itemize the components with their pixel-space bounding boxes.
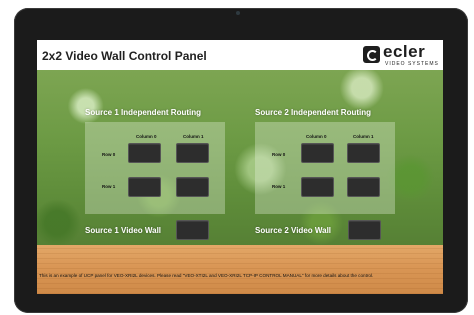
- source2-panel: Column 0 Column 1 Row 0 Row 1: [255, 122, 395, 214]
- source1-r0c0-button[interactable]: [128, 143, 161, 163]
- source1-row0-label: Row 0: [102, 152, 116, 157]
- screen: 2x2 Video Wall Control Panel ecler VIDEO…: [37, 40, 443, 294]
- source1-r1c1-button[interactable]: [176, 177, 209, 197]
- source1-col1-label: Column 1: [183, 134, 204, 139]
- footer-note: This is an example of UCP panel for VEO-…: [39, 273, 374, 278]
- source2-wall-label: Source 2 Video Wall: [255, 226, 332, 235]
- header-bar: 2x2 Video Wall Control Panel ecler VIDEO…: [37, 40, 443, 70]
- source1-row1-label: Row 1: [102, 184, 116, 189]
- source1-r1c0-button[interactable]: [128, 177, 161, 197]
- page-title: 2x2 Video Wall Control Panel: [42, 49, 207, 63]
- source2-col1-label: Column 1: [353, 134, 374, 139]
- source2-r1c0-button[interactable]: [301, 177, 334, 197]
- source1-r0c1-button[interactable]: [176, 143, 209, 163]
- source1-wall-label: Source 1 Video Wall: [85, 226, 162, 235]
- ecler-logo-icon: [363, 46, 380, 63]
- camera-dot: [236, 11, 240, 15]
- source2-r0c0-button[interactable]: [301, 143, 334, 163]
- source1-col0-label: Column 0: [136, 134, 157, 139]
- source1-wall-button[interactable]: [176, 220, 209, 240]
- source2-row0-label: Row 0: [272, 152, 286, 157]
- source2-wall-button[interactable]: [348, 220, 381, 240]
- ecler-logo: ecler VIDEO SYSTEMS: [363, 42, 439, 68]
- wood-background: [37, 245, 443, 294]
- logo-text: ecler: [383, 42, 426, 61]
- source2-col0-label: Column 0: [306, 134, 327, 139]
- source1-title: Source 1 Independent Routing: [85, 108, 202, 117]
- logo-subtext: VIDEO SYSTEMS: [385, 61, 439, 67]
- source2-row1-label: Row 1: [272, 184, 286, 189]
- source2-title: Source 2 Independent Routing: [255, 108, 372, 117]
- source2-r0c1-button[interactable]: [347, 143, 380, 163]
- source1-panel: Column 0 Column 1 Row 0 Row 1: [85, 122, 225, 214]
- source2-r1c1-button[interactable]: [347, 177, 380, 197]
